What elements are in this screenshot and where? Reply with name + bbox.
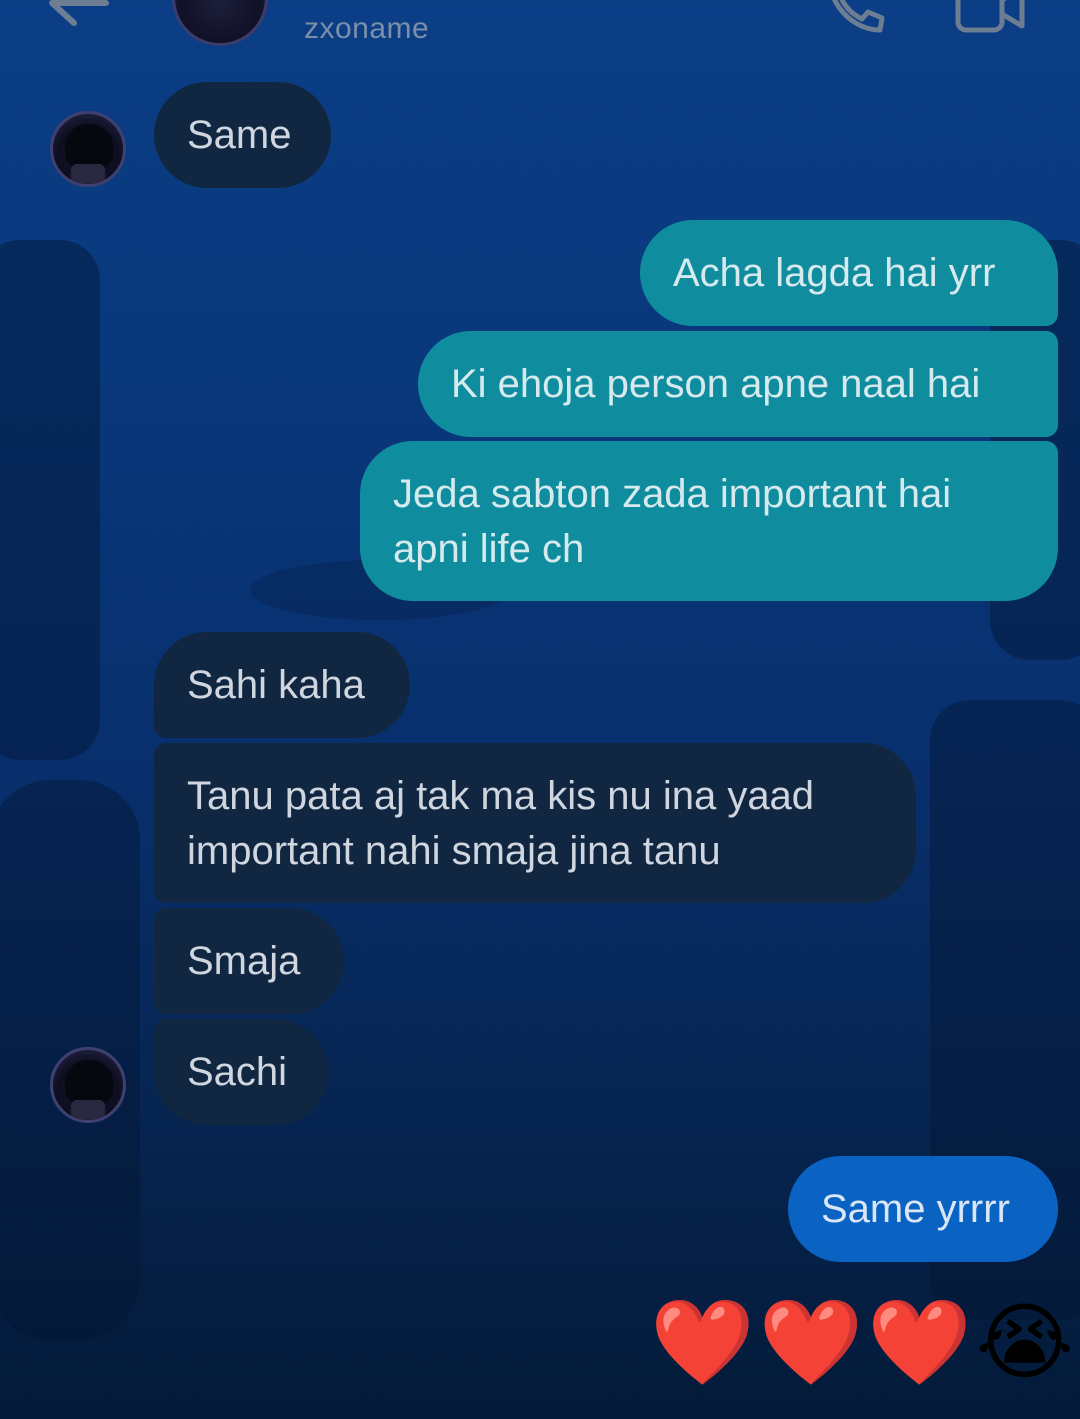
message-bubble-received[interactable]: Sachi (154, 1019, 328, 1125)
sender-avatar[interactable] (50, 1047, 126, 1123)
sender-avatar[interactable] (50, 111, 126, 187)
phone-icon[interactable] (822, 0, 888, 38)
header-username[interactable]: zxoname (304, 12, 429, 46)
message-bubble-sent[interactable]: Acha lagda hai yrr (640, 220, 1058, 326)
message-bubble-received[interactable]: Same (154, 82, 331, 188)
message-bubble-received[interactable]: Tanu pata aj tak ma kis nu ina yaad impo… (154, 743, 916, 903)
video-camera-icon[interactable] (952, 0, 1028, 36)
arrow-left-icon[interactable] (40, 0, 120, 28)
message-bubble-sent[interactable]: Jeda sabton zada important hai apni life… (360, 441, 1058, 601)
emoji-message[interactable]: ❤️❤️❤️😭 (650, 1292, 1074, 1392)
message-bubble-sent[interactable]: Ki ehoja person apne naal hai (418, 331, 1058, 437)
header-avatar[interactable] (172, 0, 268, 46)
message-bubble-received[interactable]: Smaja (154, 908, 344, 1014)
message-bubble-received[interactable]: Sahi kaha (154, 632, 410, 738)
message-bubble-sent[interactable]: Same yrrrr (788, 1156, 1058, 1262)
chat-header: zxoname (0, 0, 1080, 60)
